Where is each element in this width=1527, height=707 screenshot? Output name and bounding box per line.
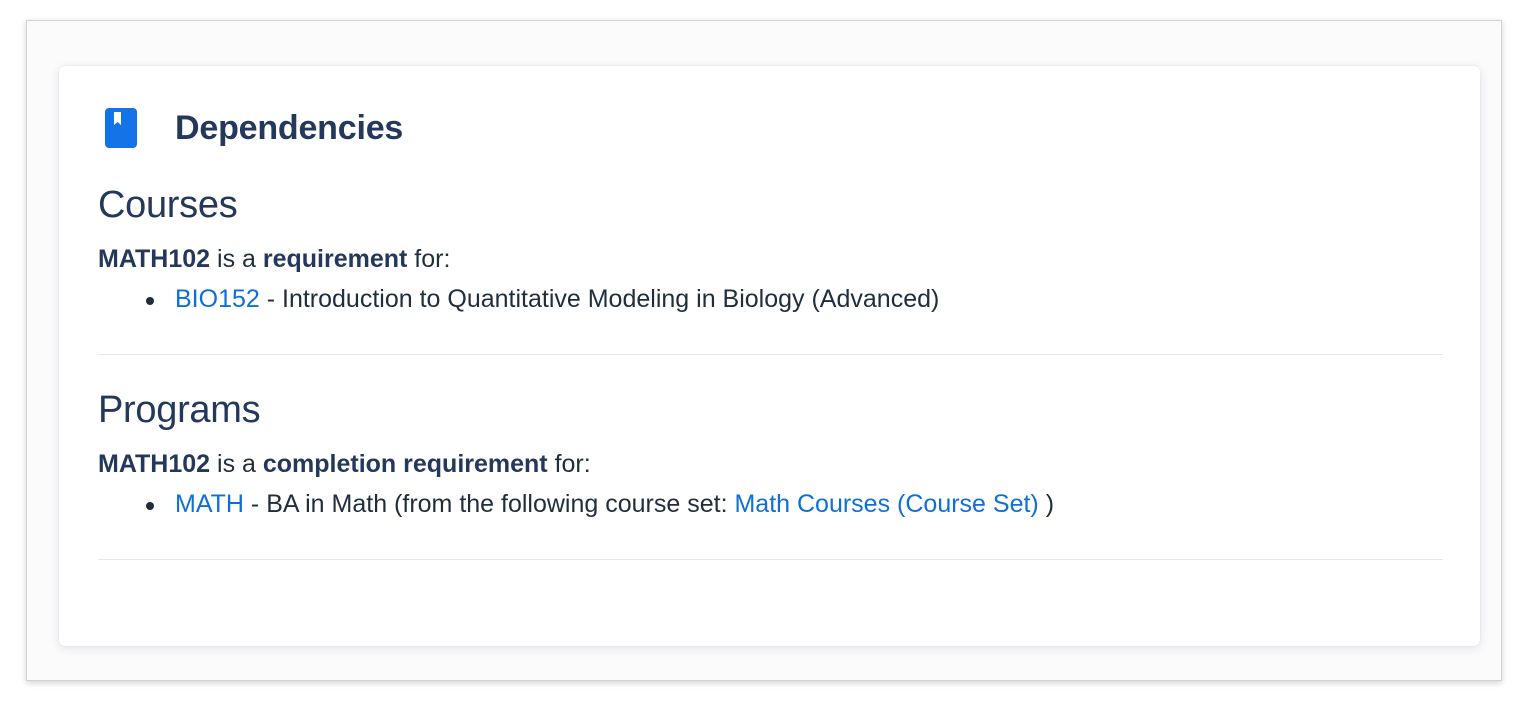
lead-text: is a <box>210 245 263 273</box>
book-icon <box>105 108 137 148</box>
courses-list: BIO152 - Introduction to Quantitative Mo… <box>98 284 1443 314</box>
programs-section: Programs MATH102 is a completion require… <box>98 388 1443 560</box>
program-description-end: ) <box>1038 490 1055 518</box>
courses-heading: Courses <box>98 184 238 226</box>
section-divider <box>98 354 1443 355</box>
lead-text-end: for: <box>407 245 451 273</box>
requirement-type: completion requirement <box>262 450 548 478</box>
course-description: - Introduction to Quantitative Modeling … <box>259 285 940 313</box>
page-frame: Dependencies Courses MATH102 is a requir… <box>26 20 1502 681</box>
card-title: Dependencies <box>175 108 404 147</box>
lead-text: is a <box>210 450 263 478</box>
course-link-bio152[interactable]: BIO152 <box>175 285 260 313</box>
course-set-link[interactable]: Math Courses (Course Set) <box>734 490 1038 518</box>
course-code: MATH102 <box>98 450 211 478</box>
course-code: MATH102 <box>98 245 211 273</box>
programs-heading: Programs <box>98 389 261 431</box>
programs-lead: MATH102 is a completion requirement for: <box>98 449 1443 479</box>
courses-section: Courses MATH102 is a requirement for: BI… <box>98 183 1443 355</box>
programs-list: MATH - BA in Math (from the following co… <box>98 489 1443 519</box>
program-link-math[interactable]: MATH <box>175 490 244 518</box>
dependencies-card: Dependencies Courses MATH102 is a requir… <box>59 66 1480 646</box>
lead-text-end: for: <box>547 450 591 478</box>
card-header: Dependencies <box>105 108 403 148</box>
program-description: - BA in Math (from the following course … <box>243 490 735 518</box>
courses-lead: MATH102 is a requirement for: <box>98 244 1443 274</box>
requirement-type: requirement <box>262 245 408 273</box>
list-item: MATH - BA in Math (from the following co… <box>146 489 1443 519</box>
list-item: BIO152 - Introduction to Quantitative Mo… <box>146 284 1443 314</box>
section-divider <box>98 559 1443 560</box>
